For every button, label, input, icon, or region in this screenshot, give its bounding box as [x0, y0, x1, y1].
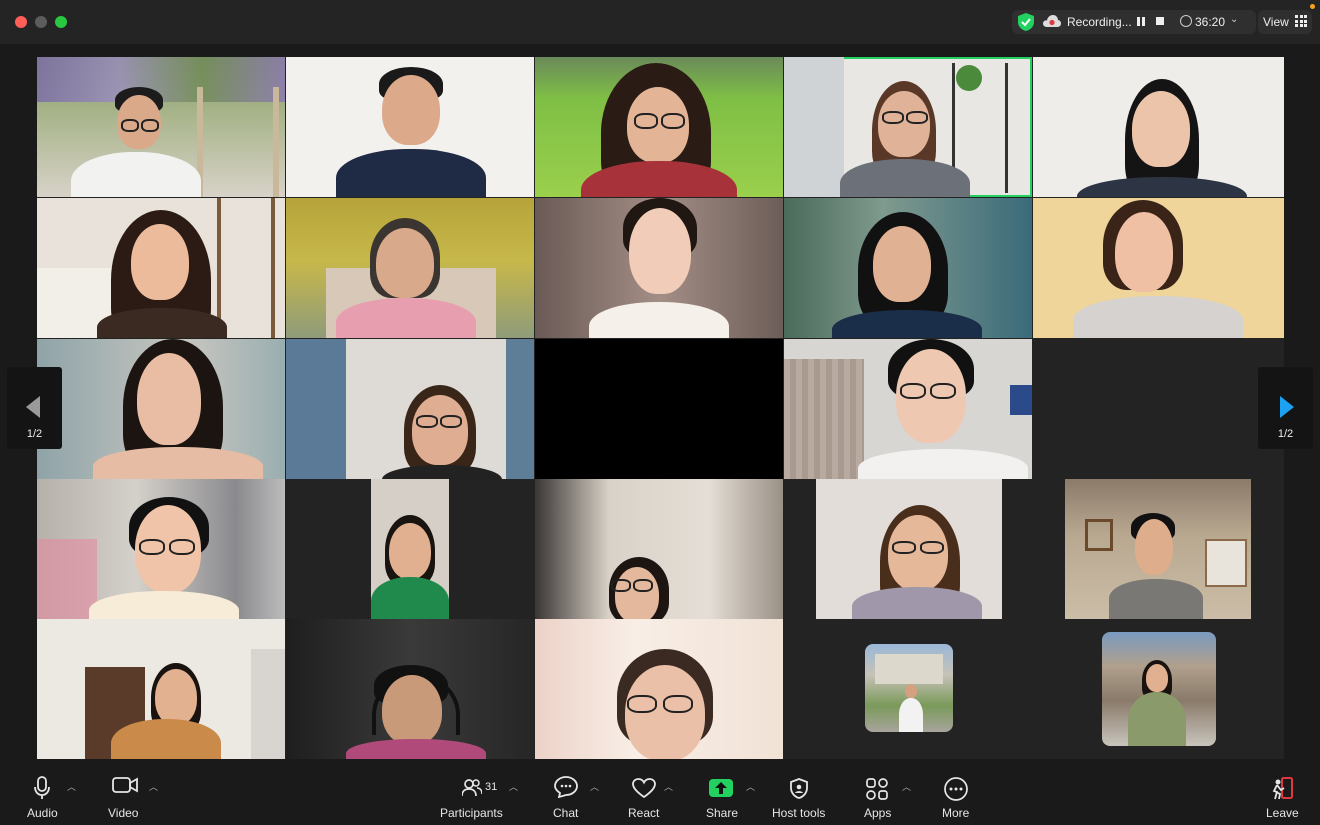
video-tile[interactable] [286, 479, 534, 619]
host-tools-label: Host tools [772, 806, 826, 820]
audio-label: Audio [27, 806, 58, 820]
shield-icon [790, 778, 808, 799]
leave-meeting-button[interactable]: Leave [1264, 764, 1300, 825]
notification-dot [1310, 4, 1315, 9]
video-tile[interactable] [784, 198, 1032, 338]
ellipsis-icon [944, 777, 968, 801]
video-tile[interactable] [286, 57, 534, 197]
video-button[interactable]: Video [104, 764, 148, 825]
video-tile[interactable] [535, 479, 783, 619]
apps-options-caret[interactable]: ︿ [902, 780, 911, 793]
host-tools-button[interactable]: Host tools [770, 764, 830, 825]
active-speaker-tile[interactable] [784, 57, 1032, 197]
chat-button[interactable]: Chat [550, 764, 582, 825]
share-label: Share [706, 806, 739, 820]
participants-button[interactable]: Participants [440, 764, 504, 825]
participant-avatar [1102, 632, 1216, 746]
share-up-arrow-icon [709, 779, 733, 797]
avatar-tile[interactable] [784, 619, 1032, 759]
react-label: React [628, 806, 660, 820]
meeting-timer[interactable]: 36:20 [1195, 15, 1225, 29]
previous-page-button[interactable]: 1/2 [7, 367, 62, 449]
participant-avatar [865, 644, 953, 732]
close-window-button[interactable] [15, 16, 27, 28]
view-grid-icon [1295, 15, 1307, 27]
chat-label: Chat [553, 806, 579, 820]
video-tile[interactable] [286, 339, 534, 479]
video-tile[interactable] [784, 479, 1032, 619]
video-tile[interactable] [535, 57, 783, 197]
video-tile[interactable] [535, 198, 783, 338]
empty-tile [1033, 339, 1284, 479]
video-tile[interactable] [1033, 57, 1284, 197]
security-shield-icon[interactable] [1018, 13, 1034, 31]
chat-icon [554, 776, 578, 798]
more-label: More [942, 806, 970, 820]
leave-icon [1272, 777, 1293, 800]
share-options-caret[interactable]: ︿ [746, 780, 755, 793]
window-titlebar: Recording... 36:20 ⌄ View [0, 0, 1320, 44]
next-page-button[interactable]: 1/2 [1258, 367, 1313, 449]
view-label: View [1263, 15, 1289, 29]
react-options-caret[interactable]: ︿ [664, 780, 673, 793]
arrow-left-icon [26, 396, 40, 418]
video-tile[interactable] [37, 198, 285, 338]
participants-icon [462, 779, 482, 797]
apps-icon [866, 778, 888, 800]
video-tile[interactable] [1033, 198, 1284, 338]
react-button[interactable]: React [626, 764, 662, 825]
participants-label: Participants [440, 806, 503, 820]
share-screen-button[interactable]: Share [704, 764, 740, 825]
audio-options-caret[interactable]: ︿ [67, 780, 76, 793]
page-indicator: 1/2 [26, 428, 43, 440]
pause-icon[interactable] [1137, 17, 1145, 26]
video-tile[interactable] [286, 198, 534, 338]
apps-label: Apps [864, 806, 892, 820]
apps-button[interactable]: Apps [860, 764, 896, 825]
clock-icon [1180, 15, 1192, 27]
video-tile[interactable] [37, 339, 285, 479]
stop-icon[interactable] [1156, 17, 1164, 25]
video-tile[interactable] [1033, 479, 1284, 619]
avatar-tile[interactable] [1033, 619, 1284, 759]
page-indicator: 1/2 [1277, 428, 1294, 440]
video-tile[interactable] [286, 619, 534, 759]
video-tile[interactable] [37, 619, 285, 759]
participants-count: 31 [485, 781, 498, 793]
cloud-recording-icon [1043, 15, 1061, 27]
video-label: Video [108, 806, 139, 820]
heart-icon [632, 778, 656, 798]
video-tile[interactable] [37, 479, 285, 619]
video-tile-camera-off[interactable] [535, 339, 783, 479]
participants-options-caret[interactable]: ︿ [509, 780, 518, 793]
minimize-window-button[interactable] [35, 16, 47, 28]
fullscreen-window-button[interactable] [55, 16, 67, 28]
more-button[interactable]: More [938, 764, 974, 825]
recording-label: Recording... [1067, 15, 1132, 29]
chevron-down-icon[interactable]: ⌄ [1230, 14, 1238, 25]
meeting-toolbar: Audio ︿ Video ︿ Participants 31 ︿ Chat ︿… [0, 764, 1320, 825]
video-gallery [37, 57, 1284, 759]
leave-label: Leave [1266, 806, 1299, 820]
chat-options-caret[interactable]: ︿ [590, 780, 599, 793]
video-options-caret[interactable]: ︿ [149, 780, 158, 793]
camera-icon [112, 777, 138, 793]
audio-button[interactable]: Audio [20, 764, 64, 825]
video-tile[interactable] [37, 57, 285, 197]
arrow-right-icon [1280, 396, 1294, 418]
video-tile[interactable] [784, 339, 1032, 479]
microphone-icon [34, 776, 50, 799]
video-tile[interactable] [535, 619, 783, 759]
